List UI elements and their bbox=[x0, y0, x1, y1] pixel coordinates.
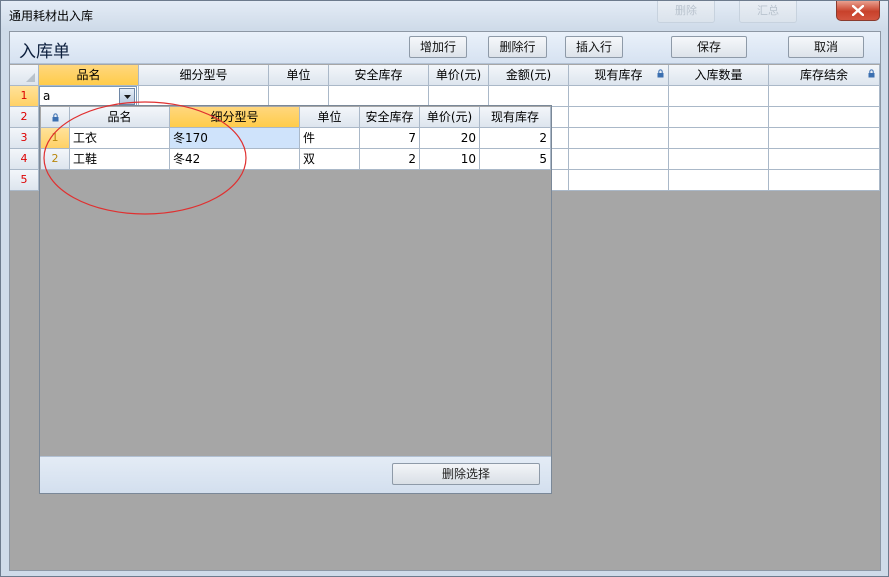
cell-current-stock[interactable] bbox=[569, 86, 669, 107]
cell-in-quantity[interactable] bbox=[669, 170, 769, 191]
popup-col-name[interactable]: 品名 bbox=[70, 107, 170, 128]
save-button[interactable]: 保存 bbox=[671, 36, 747, 58]
window-title: 通用耗材出入库 bbox=[9, 9, 94, 23]
close-icon bbox=[852, 5, 864, 16]
delete-row-button[interactable]: 删除行 bbox=[488, 36, 547, 58]
cell-balance[interactable] bbox=[769, 149, 880, 170]
popup-cell-current-stock[interactable]: 5 bbox=[480, 149, 551, 170]
insert-row-button[interactable]: 插入行 bbox=[565, 36, 623, 58]
select-all-icon bbox=[26, 73, 35, 82]
col-header-current-stock[interactable]: 现有库存 bbox=[569, 65, 669, 86]
col-header-unit[interactable]: 单位 bbox=[269, 65, 329, 86]
col-header-model[interactable]: 细分型号 bbox=[139, 65, 269, 86]
lock-icon bbox=[52, 113, 59, 122]
lock-icon bbox=[868, 69, 875, 78]
item-dropdown-popup: 品名 细分型号 单位 安全库存 单价(元) 现有库存 1 工衣 冬170 件 7… bbox=[39, 105, 552, 494]
popup-cell-unit-price[interactable]: 10 bbox=[420, 149, 480, 170]
popup-cell-name[interactable]: 工鞋 bbox=[70, 149, 170, 170]
cancel-button[interactable]: 取消 bbox=[788, 36, 864, 58]
cell-balance[interactable] bbox=[769, 170, 880, 191]
cell-safety-stock[interactable] bbox=[329, 86, 429, 107]
col-header-name[interactable]: 品名 bbox=[39, 65, 139, 86]
toolbar: 入库单 增加行 删除行 插入行 保存 取消 bbox=[10, 32, 880, 64]
row-number[interactable]: 1 bbox=[10, 86, 39, 107]
content-area: 入库单 增加行 删除行 插入行 保存 取消 品名 细分型号 单位 安全库存 单价… bbox=[9, 31, 881, 571]
form-title: 入库单 bbox=[19, 42, 70, 62]
popup-header-row: 品名 细分型号 单位 安全库存 单价(元) 现有库存 bbox=[40, 107, 551, 128]
col-header-in-quantity[interactable]: 入库数量 bbox=[669, 65, 769, 86]
cell-model[interactable] bbox=[139, 86, 269, 107]
popup-corner[interactable] bbox=[41, 107, 70, 128]
popup-cell-unit[interactable]: 件 bbox=[300, 128, 360, 149]
popup-cell-model[interactable]: 冬42 bbox=[170, 149, 300, 170]
cell-current-stock[interactable] bbox=[569, 170, 669, 191]
popup-cell-model[interactable]: 冬170 bbox=[170, 128, 300, 149]
popup-cell-name[interactable]: 工衣 bbox=[70, 128, 170, 149]
cell-balance[interactable] bbox=[769, 128, 880, 149]
row-number[interactable]: 4 bbox=[10, 149, 39, 170]
app-window: 通用耗材出入库 删除 汇总 入库单 增加行 删除行 插入行 保存 取消 品名 细… bbox=[0, 0, 889, 577]
cell-in-quantity[interactable] bbox=[669, 149, 769, 170]
table-row[interactable]: 1 工衣 冬170 件 7 20 2 bbox=[40, 128, 551, 149]
close-button[interactable] bbox=[836, 1, 880, 21]
add-row-button[interactable]: 增加行 bbox=[409, 36, 467, 58]
name-combo-editor[interactable]: a bbox=[39, 86, 137, 107]
cell-current-stock[interactable] bbox=[569, 128, 669, 149]
row-number[interactable]: 2 bbox=[10, 107, 39, 128]
row-number[interactable]: 5 bbox=[10, 170, 39, 191]
popup-cell-current-stock[interactable]: 2 bbox=[480, 128, 551, 149]
popup-row-number[interactable]: 2 bbox=[41, 149, 70, 170]
lock-icon bbox=[657, 69, 664, 78]
popup-col-unit[interactable]: 单位 bbox=[300, 107, 360, 128]
cell-amount[interactable] bbox=[489, 86, 569, 107]
popup-col-safety-stock[interactable]: 安全库存 bbox=[360, 107, 420, 128]
popup-cell-unit-price[interactable]: 20 bbox=[420, 128, 480, 149]
popup-row-number[interactable]: 1 bbox=[41, 128, 70, 149]
popup-cell-safety-stock[interactable]: 7 bbox=[360, 128, 420, 149]
title-bar: 通用耗材出入库 删除 汇总 bbox=[1, 1, 888, 29]
chevron-down-icon bbox=[124, 95, 131, 99]
cell-balance[interactable] bbox=[769, 107, 880, 128]
popup-cell-unit[interactable]: 双 bbox=[300, 149, 360, 170]
col-header-safety-stock[interactable]: 安全库存 bbox=[329, 65, 429, 86]
cell-in-quantity[interactable] bbox=[669, 86, 769, 107]
cell-in-quantity[interactable] bbox=[669, 128, 769, 149]
popup-col-unit-price[interactable]: 单价(元) bbox=[420, 107, 480, 128]
cell-balance[interactable] bbox=[769, 86, 880, 107]
popup-footer: 删除选择 bbox=[40, 456, 551, 493]
col-header-unit-price[interactable]: 单价(元) bbox=[429, 65, 489, 86]
cell-current-stock[interactable] bbox=[569, 149, 669, 170]
col-header-balance[interactable]: 库存结余 bbox=[769, 65, 880, 86]
cell-unit-price[interactable] bbox=[429, 86, 489, 107]
grid-header-row: 品名 细分型号 单位 安全库存 单价(元) 金额(元) 现有库存 入库数量 库存… bbox=[10, 65, 880, 86]
delete-selection-button[interactable]: 删除选择 bbox=[392, 463, 540, 485]
table-row: 1 a bbox=[10, 86, 880, 107]
col-header-balance-label: 库存结余 bbox=[799, 68, 848, 82]
cell-unit[interactable] bbox=[269, 86, 329, 107]
cell-current-stock[interactable] bbox=[569, 107, 669, 128]
table-row[interactable]: 2 工鞋 冬42 双 2 10 5 bbox=[40, 149, 551, 170]
popup-col-current-stock[interactable]: 现有库存 bbox=[480, 107, 551, 128]
grid-corner[interactable] bbox=[10, 65, 39, 86]
combo-dropdown-button[interactable] bbox=[119, 88, 135, 105]
name-combo-input[interactable]: a bbox=[43, 89, 50, 103]
col-header-amount[interactable]: 金额(元) bbox=[489, 65, 569, 86]
row-number[interactable]: 3 bbox=[10, 128, 39, 149]
background-summary-button: 汇总 bbox=[739, 1, 797, 23]
col-header-current-stock-label: 现有库存 bbox=[594, 68, 643, 82]
popup-col-model[interactable]: 细分型号 bbox=[170, 107, 300, 128]
popup-cell-safety-stock[interactable]: 2 bbox=[360, 149, 420, 170]
background-delete-button: 删除 bbox=[657, 1, 715, 23]
cell-in-quantity[interactable] bbox=[669, 107, 769, 128]
